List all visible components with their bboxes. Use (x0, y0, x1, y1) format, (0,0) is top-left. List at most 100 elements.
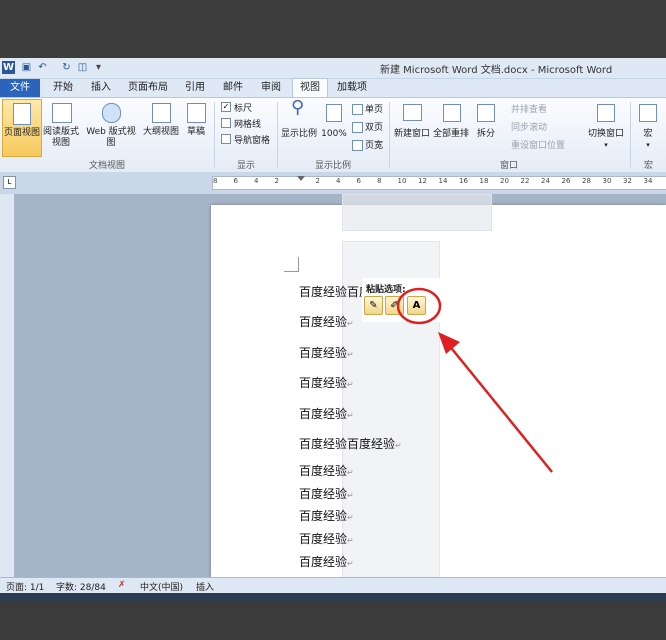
ruler-tick-label: 14 (438, 177, 448, 185)
zoom-button[interactable]: ⚲ 显示比例 (280, 99, 318, 156)
split-button[interactable]: 拆分 (472, 100, 500, 156)
document-line: 百度经验↵ (299, 346, 354, 360)
side-by-side-button[interactable]: 并排查看 (511, 102, 547, 115)
document-line: 百度经验↵ (299, 487, 354, 501)
taskbar (0, 593, 666, 601)
status-language[interactable]: 中文(中国) (140, 580, 183, 593)
tab-view[interactable]: 视图 (292, 78, 328, 98)
draft-label: 草稿 (186, 127, 205, 137)
ruler-tick-label: 2 (315, 177, 320, 185)
word-logo-icon[interactable]: W (2, 61, 15, 74)
arrange-all-icon (443, 104, 461, 122)
tab-review[interactable]: 审阅 (256, 79, 286, 97)
desktop-background (0, 601, 666, 640)
proofing-icon[interactable]: ✗ (118, 580, 126, 590)
ruler-checkbox[interactable]: ✓ (221, 102, 231, 112)
status-insert-mode[interactable]: 插入 (196, 580, 214, 593)
tab-home[interactable]: 开始 (48, 79, 78, 97)
save-icon[interactable]: ▣ (20, 61, 33, 74)
document-line: 百度经验↵ (299, 509, 354, 523)
paragraph-mark-icon: ↵ (347, 411, 354, 420)
zoom-100-label: 100% (321, 129, 347, 139)
split-label: 拆分 (476, 129, 495, 139)
paragraph-mark-icon: ↵ (347, 491, 354, 500)
nav-pane-label: 导航窗格 (234, 136, 271, 146)
zoom-label: 显示比例 (280, 129, 317, 139)
print-preview-icon[interactable]: ◫ (76, 61, 89, 74)
highlight-overlay (342, 194, 492, 231)
outline-button[interactable]: 大纲视图 (142, 100, 180, 156)
arrange-all-button[interactable]: 全部重排 (432, 100, 470, 156)
sync-scroll-button[interactable]: 同步滚动 (511, 120, 547, 133)
gridlines-checkbox[interactable] (221, 118, 231, 128)
tab-references[interactable]: 引用 (180, 79, 210, 97)
reset-window-position-button[interactable]: 重设窗口位置 (511, 138, 565, 151)
one-page-button[interactable]: 单页 (365, 102, 383, 115)
macros-button[interactable]: 宏 ▾ (633, 100, 663, 156)
redo-icon[interactable]: ↻ (60, 61, 73, 74)
ruler-tick-label: 4 (336, 177, 341, 185)
ruler-tick-label: 20 (500, 177, 509, 185)
gridlines-label: 网格线 (234, 120, 262, 130)
document-line: 百度经验↵ (299, 376, 354, 390)
first-line-indent-marker[interactable] (297, 176, 305, 181)
dropdown-arrow-icon: ▾ (646, 141, 650, 149)
title-bar: W ▣ ↶ ↻ ◫ ▾ 新建 Microsoft Word 文档.docx - … (0, 58, 666, 79)
annotation-arrow-head (438, 332, 460, 354)
outline-label: 大纲视图 (142, 127, 179, 137)
paragraph-mark-icon: ↵ (347, 468, 354, 477)
annotation-overlay (396, 287, 553, 473)
tab-page-layout[interactable]: 页面布局 (124, 79, 172, 97)
two-pages-button[interactable]: 双页 (365, 120, 383, 133)
switch-windows-label: 切换窗口 (587, 129, 624, 139)
document-line: 百度经验↵ (299, 464, 354, 478)
full-screen-reading-button[interactable]: 阅读版式 视图 (42, 100, 80, 156)
tab-selector-icon[interactable]: L (3, 176, 16, 189)
outline-icon (152, 103, 171, 123)
status-words[interactable]: 字数: 28/84 (56, 580, 106, 593)
tab-file[interactable]: 文件 (0, 79, 40, 97)
document-line: 百度经验↵ (299, 555, 354, 569)
ruler-tick-label: 30 (602, 177, 612, 185)
two-pages-icon (352, 122, 363, 133)
paragraph-mark-icon: ↵ (347, 350, 354, 359)
vertical-ruler[interactable] (0, 194, 15, 577)
ruler-tick-label: 18 (479, 177, 489, 185)
draft-button[interactable]: 草稿 (182, 100, 210, 156)
document-line: 百度经验↵ (299, 407, 354, 421)
horizontal-ruler[interactable]: 8 6 4 2 2 4 6 8 10 12 14 16 18 20 22 24 26 28 30 32 34 (212, 176, 666, 190)
tab-insert[interactable]: 插入 (86, 79, 116, 97)
ruler-tick-label: 32 (623, 177, 632, 185)
group-label-macros: 宏 (643, 161, 653, 171)
print-layout-label: 页面视图 (3, 128, 40, 138)
ruler-tick-label: 28 (582, 177, 591, 185)
page-width-button[interactable]: 页宽 (365, 138, 383, 151)
page-width-icon (352, 140, 363, 151)
web-layout-button[interactable]: Web 版式视图 (82, 100, 140, 156)
switch-windows-icon (597, 104, 615, 122)
new-window-button[interactable]: 新建窗口 (392, 100, 432, 156)
print-layout-button[interactable]: 页面视图 (2, 99, 42, 157)
status-bar: 页面: 1/1 字数: 28/84 ✗ 中文(中国) 插入 (0, 577, 666, 594)
document-line: 百度经验↵ (299, 532, 354, 546)
undo-icon[interactable]: ↶ (36, 61, 49, 74)
reading-view-label: 阅读版式 视图 (42, 127, 79, 148)
nav-pane-checkbox[interactable] (221, 134, 231, 144)
ruler-tick-label: 6 (356, 177, 361, 185)
hundred-percent-icon (326, 104, 342, 122)
switch-windows-button[interactable]: 切换窗口 ▾ (585, 100, 627, 156)
paragraph-mark-icon: ↵ (347, 559, 354, 568)
arrange-all-label: 全部重排 (432, 129, 469, 139)
web-layout-label: Web 版式视图 (86, 127, 136, 148)
ruler-tick-label: 24 (541, 177, 550, 185)
ruler-tick-label: 12 (418, 177, 427, 185)
one-page-icon (352, 104, 363, 115)
ruler-tick-label: 8 (213, 177, 218, 185)
zoom-100-button[interactable]: 100% (320, 100, 348, 156)
tab-mailings[interactable]: 邮件 (218, 79, 248, 97)
group-label-show: 显示 (236, 161, 255, 171)
desktop-background (0, 0, 666, 58)
customize-icon[interactable]: ▾ (92, 61, 105, 74)
status-page[interactable]: 页面: 1/1 (6, 580, 44, 593)
tab-addins[interactable]: 加载项 (334, 79, 370, 97)
